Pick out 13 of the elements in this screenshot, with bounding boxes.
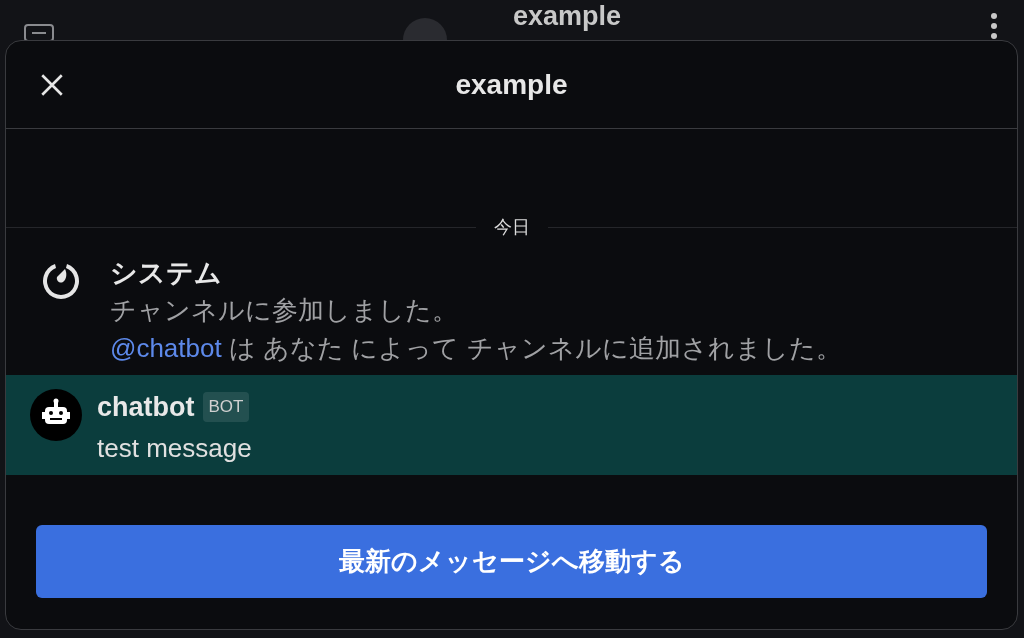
message-text: チャンネルに参加しました。 [110,294,459,327]
message-text: test message [97,432,252,465]
author-name[interactable]: システム [110,255,222,291]
date-separator: 今日 [492,215,531,239]
mention-link[interactable]: @chatbot [110,333,222,363]
jump-to-latest-button[interactable]: 最新のメッセージへ移動する [36,525,987,598]
more-icon[interactable] [989,13,999,39]
robot-avatar-icon [30,389,82,441]
modal-title: example [455,67,568,102]
bot-tag: BOT [202,392,250,422]
header-title: example [513,0,622,33]
author-name[interactable]: chatbot [97,389,195,425]
message-text: @chatbot は あなた によって チャンネルに追加されました。 [110,332,842,365]
